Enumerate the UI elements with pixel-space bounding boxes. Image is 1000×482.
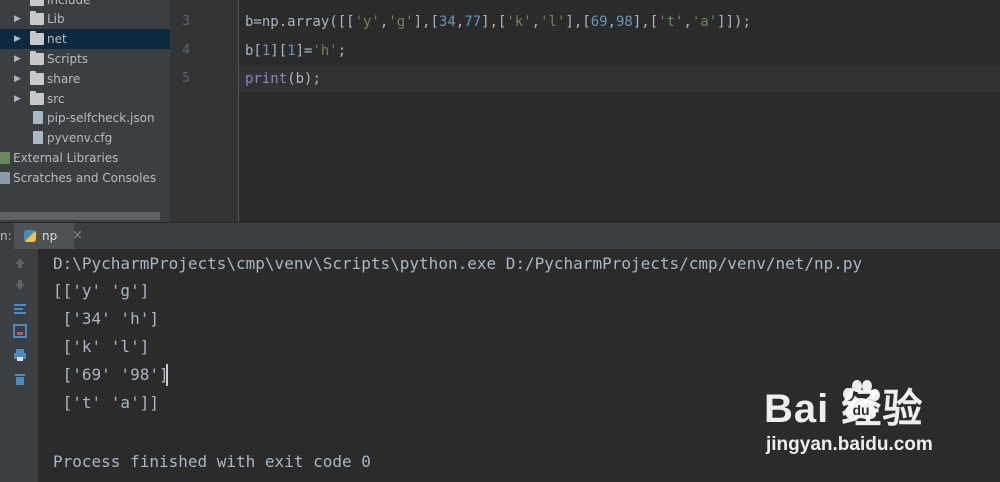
print-icon[interactable]: [12, 347, 28, 363]
scratch-icon: [0, 172, 10, 184]
folder-icon: [30, 31, 44, 45]
tree-item-label: share: [47, 72, 81, 86]
scroll-to-end-icon[interactable]: [12, 323, 28, 339]
python-icon: [24, 230, 36, 242]
paw-icon: du: [843, 380, 880, 420]
console-exit-message: Process finished with exit code 0: [53, 452, 371, 471]
run-panel-header: n: np ×: [0, 222, 1000, 249]
watermark-url: jingyan.baidu.com: [766, 434, 933, 455]
line-number: 5: [182, 71, 190, 86]
tree-item-scratches[interactable]: Scratches and Consoles: [0, 168, 170, 188]
line-number: 4: [182, 43, 190, 58]
code-editor[interactable]: b=np.array([['y','g'],[34,77],['k','l'],…: [239, 0, 1000, 222]
tree-item-src[interactable]: ▶ src: [0, 89, 170, 109]
folder-icon: [30, 11, 44, 25]
tree-item-scripts[interactable]: ▶ Scripts: [0, 49, 170, 69]
tree-item-label: pyvenv.cfg: [47, 131, 113, 145]
tree-item-label: src: [47, 92, 65, 106]
project-tree-panel: include ▶ Lib ▶ net ▶ Scripts ▶ share ▶ …: [0, 0, 170, 222]
tree-item-label: Scratches and Consoles: [13, 171, 157, 185]
tree-item-lib[interactable]: ▶ Lib: [0, 9, 170, 29]
folder-icon: [30, 91, 44, 105]
config-file-icon: [33, 131, 43, 144]
tree-item-label: Scripts: [47, 52, 89, 66]
code-line[interactable]: b=np.array([['y','g'],[34,77],['k','l'],…: [245, 8, 751, 36]
line-number-gutter: 3 4 5: [170, 0, 239, 222]
svg-text:du: du: [852, 402, 869, 418]
tree-item-share[interactable]: ▶ share: [0, 69, 170, 89]
run-label: n:: [0, 229, 12, 243]
console-line: ['t' 'a']]: [53, 393, 159, 412]
tree-item-label: Lib: [47, 12, 65, 26]
tree-item-external-libraries[interactable]: External Libraries: [0, 148, 170, 168]
tree-item-net[interactable]: ▶ net: [0, 29, 170, 49]
current-line-highlight: [239, 66, 1000, 92]
library-icon: [0, 152, 10, 164]
tree-item-pip-selfcheck[interactable]: pip-selfcheck.json: [0, 108, 170, 128]
code-text: b[1][1]='h';: [245, 43, 347, 59]
chevron-right-icon[interactable]: ▶: [14, 9, 22, 29]
run-toolbar: [0, 249, 39, 482]
chevron-right-icon[interactable]: ▶: [14, 89, 22, 109]
close-icon[interactable]: ×: [72, 223, 83, 249]
console-command: D:\PycharmProjects\cmp\venv\Scripts\pyth…: [53, 254, 863, 273]
tree-item-label: pip-selfcheck.json: [47, 111, 155, 125]
json-file-icon: [33, 111, 43, 124]
code-text: b=np.array([['y','g'],[34,77],['k','l'],…: [245, 14, 751, 30]
soft-wrap-icon[interactable]: [12, 301, 28, 317]
console-line: [['y' 'g']: [53, 281, 150, 300]
code-line[interactable]: b[1][1]='h';: [245, 37, 346, 65]
console-line: ['k' 'l']: [53, 337, 150, 356]
chevron-right-icon[interactable]: ▶: [14, 49, 22, 69]
run-tab-np[interactable]: np ×: [14, 223, 83, 249]
baidu-jingyan-watermark: Bai 经验 du jingyan.baidu.com: [764, 376, 990, 466]
folder-icon: [30, 51, 44, 65]
text-caret: [166, 364, 168, 386]
tab-label: np: [42, 229, 58, 243]
tree-item-label: net: [47, 32, 67, 46]
console-line: ['69' '98']: [53, 365, 169, 384]
console-line: ['34' 'h']: [53, 309, 159, 328]
code-text: print(b);: [245, 71, 321, 87]
line-number: 3: [182, 14, 190, 29]
trash-icon[interactable]: [12, 371, 28, 387]
horizontal-scrollbar[interactable]: [0, 212, 160, 220]
tree-item-label: External Libraries: [13, 151, 119, 165]
chevron-right-icon[interactable]: ▶: [14, 69, 22, 89]
folder-icon: [30, 71, 44, 85]
tree-item-pyvenv[interactable]: pyvenv.cfg: [0, 128, 170, 148]
folder-icon: [30, 0, 44, 6]
code-line[interactable]: print(b);: [245, 65, 321, 93]
chevron-right-icon[interactable]: ▶: [14, 29, 22, 49]
down-arrow-icon[interactable]: [12, 277, 28, 293]
up-arrow-icon[interactable]: [12, 255, 28, 271]
